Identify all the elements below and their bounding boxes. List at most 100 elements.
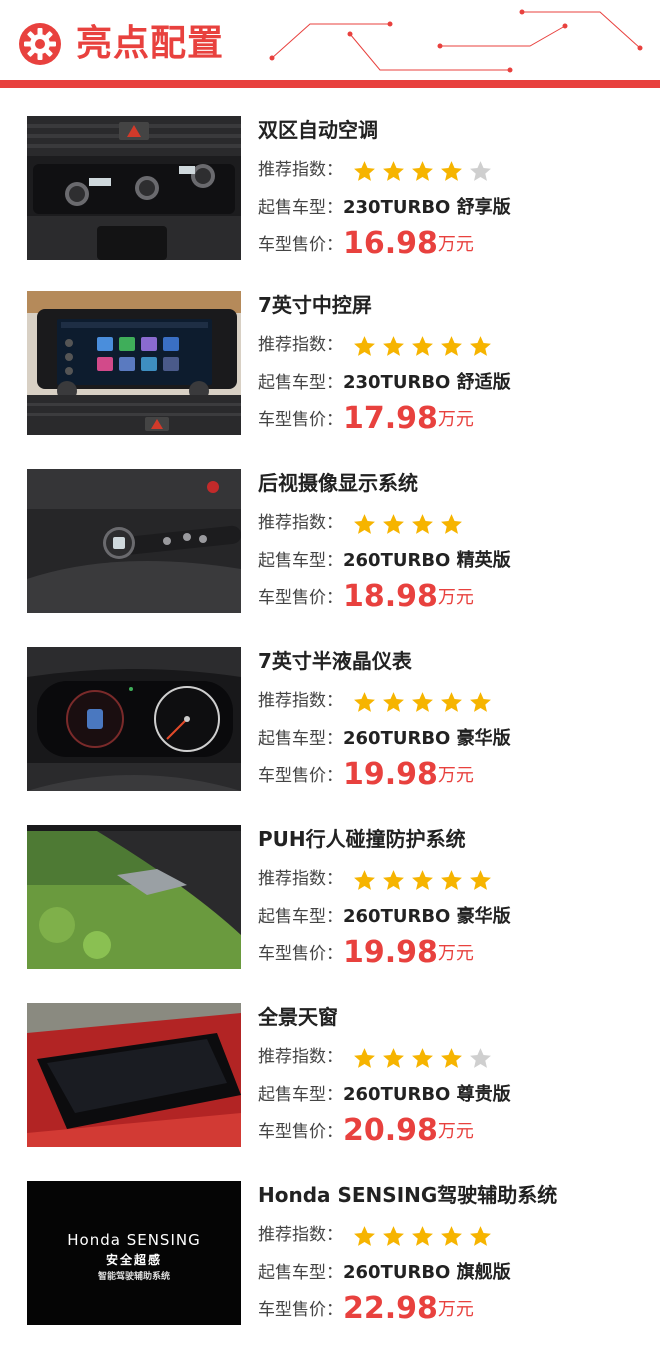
- price-row: 车型售价：17.98万元: [258, 401, 474, 436]
- star-filled-icon: [383, 1225, 405, 1246]
- price-row: 车型售价：22.98万元: [258, 1291, 474, 1326]
- star-filled-icon: [441, 160, 463, 181]
- model-row: 起售车型：260TURBO 精英版: [258, 550, 511, 571]
- star-filled-icon: [383, 691, 405, 712]
- star-filled-icon: [383, 160, 405, 181]
- model-label: 起售车型: [258, 729, 326, 749]
- price-value: 17.98: [343, 401, 438, 436]
- model-value: 230TURBO 舒享版: [343, 197, 511, 218]
- honda-sensing-line1: 安全超感: [105, 1253, 162, 1267]
- model-value: 260TURBO 尊贵版: [343, 1084, 511, 1105]
- honda-sensing-line2: 智能驾驶辅助系统: [97, 1272, 170, 1282]
- model-value: 260TURBO 豪华版: [343, 728, 511, 749]
- rating-label: 推荐指数: [258, 691, 326, 711]
- page-title: 亮点配置: [76, 23, 225, 64]
- decorative-circuit-lines: [269, 9, 643, 73]
- rating-row: 推荐指数：: [258, 156, 497, 185]
- star-empty-icon: [470, 160, 492, 181]
- price-row: 车型售价：19.98万元: [258, 757, 474, 792]
- model-label: 起售车型: [258, 551, 326, 571]
- feature-item: 7英寸中控屏 推荐指数： 起售车型：230TURBO 舒适版 车型售价：17.9…: [0, 291, 660, 435]
- star-filled-icon: [383, 869, 405, 890]
- star-rating: [352, 688, 497, 716]
- feature-name: 双区自动空调: [258, 118, 378, 142]
- price-value: 16.98: [343, 226, 438, 261]
- model-value: 260TURBO 豪华版: [343, 906, 511, 927]
- rating-row: 推荐指数：: [258, 331, 497, 360]
- price-unit: 万元: [437, 587, 474, 608]
- star-rating: [352, 157, 497, 185]
- star-filled-icon: [354, 869, 376, 890]
- model-row: 起售车型：230TURBO 舒享版: [258, 197, 511, 218]
- rating-label: 推荐指数: [258, 160, 326, 180]
- star-filled-icon: [441, 869, 463, 890]
- star-rating: [352, 332, 497, 360]
- model-label: 起售车型: [258, 373, 326, 393]
- honda-sensing-photo: Honda SENSING 安全超感 智能驾驶辅助系统: [27, 1181, 241, 1325]
- star-filled-icon: [412, 869, 434, 890]
- feature-name: Honda SENSING驾驶辅助系统: [258, 1183, 558, 1207]
- lanewatch-camera-stalk-photo: [27, 469, 241, 613]
- star-rating: [352, 1222, 497, 1250]
- price-unit: 万元: [437, 409, 474, 430]
- star-filled-icon: [470, 869, 492, 890]
- star-filled-icon: [412, 1047, 434, 1068]
- feature-name: PUH行人碰撞防护系统: [258, 827, 466, 851]
- rating-label: 推荐指数: [258, 1047, 326, 1067]
- feature-name: 7英寸半液晶仪表: [258, 649, 412, 673]
- price-label: 车型售价: [258, 235, 326, 255]
- price-unit: 万元: [437, 765, 474, 786]
- star-filled-icon: [354, 160, 376, 181]
- star-empty-icon: [470, 1047, 492, 1068]
- star-filled-icon: [470, 335, 492, 356]
- model-label: 起售车型: [258, 198, 326, 218]
- star-filled-icon: [412, 335, 434, 356]
- model-label: 起售车型: [258, 907, 326, 927]
- star-filled-icon: [412, 1225, 434, 1246]
- rating-row: 推荐指数：: [258, 865, 497, 894]
- star-filled-icon: [412, 691, 434, 712]
- price-label: 车型售价: [258, 944, 326, 964]
- star-filled-icon: [441, 1047, 463, 1068]
- price-label: 车型售价: [258, 588, 326, 608]
- rating-label: 推荐指数: [258, 869, 326, 889]
- model-row: 起售车型：260TURBO 豪华版: [258, 728, 511, 749]
- header-divider: [0, 80, 660, 88]
- star-filled-icon: [470, 1225, 492, 1246]
- price-row: 车型售价：18.98万元: [258, 579, 474, 614]
- star-filled-icon: [470, 691, 492, 712]
- feature-item: 全景天窗 推荐指数： 起售车型：260TURBO 尊贵版 车型售价：20.98万…: [0, 1003, 660, 1147]
- star-filled-icon: [441, 691, 463, 712]
- model-label: 起售车型: [258, 1263, 326, 1283]
- price-value: 22.98: [343, 1291, 438, 1326]
- dual-zone-climate-control-photo: [27, 116, 241, 260]
- star-filled-icon: [354, 1047, 376, 1068]
- price-label: 车型售价: [258, 766, 326, 786]
- honda-sensing-brand: Honda SENSING: [67, 1231, 201, 1249]
- rating-row: 推荐指数：: [258, 1043, 497, 1072]
- feature-item: PUH行人碰撞防护系统 推荐指数： 起售车型：260TURBO 豪华版 车型售价…: [0, 825, 660, 969]
- star-filled-icon: [383, 1047, 405, 1068]
- price-row: 车型售价：16.98万元: [258, 226, 474, 261]
- model-value: 230TURBO 舒适版: [343, 372, 511, 393]
- price-unit: 万元: [437, 234, 474, 255]
- feature-name: 全景天窗: [258, 1005, 338, 1029]
- price-label: 车型售价: [258, 410, 326, 430]
- price-row: 车型售价：19.98万元: [258, 935, 474, 970]
- star-filled-icon: [383, 513, 405, 534]
- center-touchscreen-photo: [27, 291, 241, 435]
- feature-item: Honda SENSING 安全超感 智能驾驶辅助系统 Honda SENSIN…: [0, 1181, 660, 1325]
- price-row: 车型售价：20.98万元: [258, 1113, 474, 1148]
- rating-row: 推荐指数：: [258, 687, 497, 716]
- price-value: 19.98: [343, 935, 438, 970]
- model-value: 260TURBO 旗舰版: [343, 1262, 511, 1283]
- feature-item: 双区自动空调 推荐指数： 起售车型：230TURBO 舒享版 车型售价：16.9…: [0, 116, 660, 260]
- gear-icon: [19, 23, 61, 65]
- model-label: 起售车型: [258, 1085, 326, 1105]
- feature-item: 7英寸半液晶仪表 推荐指数： 起售车型：260TURBO 豪华版 车型售价：19…: [0, 647, 660, 791]
- price-value: 18.98: [343, 579, 438, 614]
- star-filled-icon: [441, 1225, 463, 1246]
- pedestrian-protection-hood-photo: [27, 825, 241, 969]
- star-filled-icon: [354, 513, 376, 534]
- star-filled-icon: [412, 513, 434, 534]
